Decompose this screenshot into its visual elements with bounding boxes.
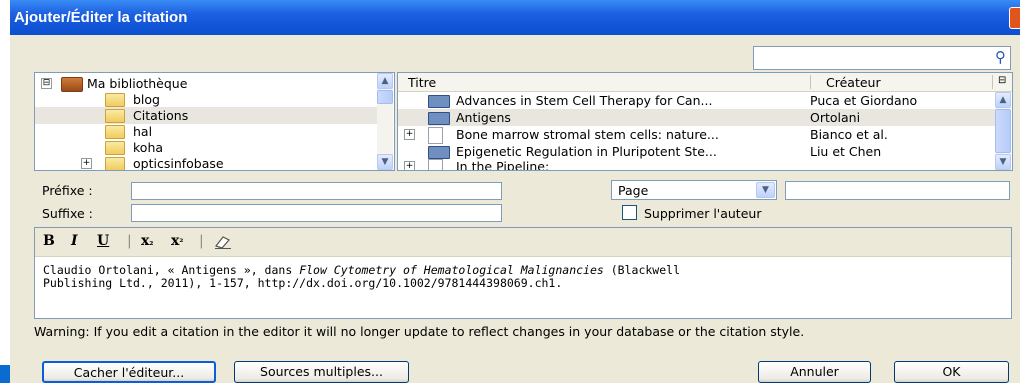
tree-scrollbar[interactable]: ▲ ▼ <box>377 73 393 170</box>
items-scrollbar[interactable]: ▲ ▼ <box>995 92 1011 170</box>
cancel-button[interactable]: Annuler <box>758 361 871 383</box>
folder-icon <box>105 93 125 107</box>
underline-button[interactable]: U <box>97 233 109 249</box>
search-input[interactable]: ⚲ <box>753 46 1011 70</box>
tree-item-label: opticsinfobase <box>133 156 224 171</box>
table-row[interactable]: + In the Pipeline: <box>398 158 996 171</box>
scroll-thumb[interactable] <box>377 90 393 104</box>
multiple-sources-button[interactable]: Sources multiples... <box>234 361 409 383</box>
tree-item-ma-bibliotheque[interactable]: ⊟ Ma bibliothèque <box>35 75 380 92</box>
column-picker-icon[interactable]: ⊟ <box>998 75 1006 86</box>
tree-item-hal[interactable]: hal <box>35 123 380 140</box>
table-row[interactable]: + Bone marrow stromal stem cells: nature… <box>398 126 996 144</box>
scroll-up-icon[interactable]: ▲ <box>377 73 393 89</box>
column-divider[interactable] <box>810 75 811 89</box>
bold-button[interactable]: B <box>43 233 55 249</box>
scroll-up-icon[interactable]: ▲ <box>995 92 1011 108</box>
folder-icon <box>105 125 125 139</box>
tree-item-label: Citations <box>133 108 189 123</box>
table-row[interactable]: Antigens Ortolani <box>398 109 996 126</box>
folder-icon <box>105 109 125 123</box>
tree-item-blog[interactable]: blog <box>35 91 380 108</box>
italic-button[interactable]: I <box>71 233 78 249</box>
superscript-button[interactable]: x² <box>171 233 183 249</box>
citation-text-pre: Claudio Ortolani, « Antigens », dans <box>43 263 300 277</box>
eraser-icon[interactable] <box>213 234 233 250</box>
table-row[interactable]: Advances in Stem Cell Therapy for Can...… <box>398 92 996 109</box>
collapse-icon[interactable]: ⊟ <box>41 78 52 89</box>
book-icon <box>428 95 450 108</box>
subscript-mark: ₂ <box>149 238 154 248</box>
background-strip <box>0 365 10 383</box>
item-title: Antigens <box>456 110 511 125</box>
folder-icon <box>105 157 125 170</box>
item-title: Bone marrow stromal stem cells: nature..… <box>456 127 719 142</box>
tree-item-label: koha <box>133 140 164 155</box>
item-creator: Bianco et al. <box>810 127 888 142</box>
superscript-mark: ² <box>179 238 184 248</box>
suffix-field[interactable] <box>131 204 502 222</box>
column-divider[interactable] <box>992 75 993 89</box>
window-title: Ajouter/Éditer la citation <box>14 9 188 26</box>
citation-editor[interactable]: B I U | x₂ x² | Claudio Ortolani, « Anti… <box>34 227 1012 319</box>
prefix-field[interactable] <box>131 182 502 200</box>
locator-select[interactable]: Page ▼ <box>611 180 777 200</box>
toolbar-separator: | <box>199 233 204 249</box>
library-icon <box>61 77 83 92</box>
editor-toolbar: B I U | x₂ x² | <box>35 228 1011 257</box>
column-header-creator[interactable]: Créateur <box>826 75 881 90</box>
scroll-down-icon[interactable]: ▼ <box>377 154 393 170</box>
subscript-button[interactable]: x₂ <box>141 233 153 249</box>
tree-item-koha[interactable]: koha <box>35 139 380 156</box>
expand-icon[interactable]: + <box>81 158 92 169</box>
item-creator: Ortolani <box>810 110 861 125</box>
tree-item-label: hal <box>133 124 153 139</box>
item-title: In the Pipeline: <box>456 159 550 171</box>
items-table[interactable]: Titre Créateur ⊟ Advances in Stem Cell T… <box>397 72 1013 171</box>
tree-item-citations[interactable]: Citations <box>35 107 380 124</box>
suffix-label: Suffixe : <box>42 206 93 221</box>
ok-button[interactable]: OK <box>894 361 1009 383</box>
prefix-label: Préfixe : <box>42 183 93 198</box>
library-tree[interactable]: ⊟ Ma bibliothèque blog Citations hal koh… <box>34 72 395 171</box>
column-header-title[interactable]: Titre <box>408 75 436 90</box>
book-icon <box>428 112 450 125</box>
tree-item-opticsinfobase[interactable]: + opticsinfobase <box>35 155 380 171</box>
suppress-author-checkbox[interactable] <box>622 205 637 220</box>
document-icon <box>428 159 443 170</box>
scroll-thumb[interactable] <box>995 109 1011 153</box>
search-icon[interactable]: ⚲ <box>995 48 1006 66</box>
citation-text-italic: Flow Cytometry of Hematological Malignan… <box>299 263 604 277</box>
folder-icon <box>105 141 125 155</box>
citation-text[interactable]: Claudio Ortolani, « Antigens », dans Flo… <box>43 264 1003 290</box>
tree-item-label: Ma bibliothèque <box>87 76 188 91</box>
locator-selected: Page <box>618 183 649 198</box>
tree-item-label: blog <box>133 92 160 107</box>
expand-icon[interactable]: + <box>404 129 415 140</box>
expand-icon[interactable]: + <box>404 161 415 170</box>
item-creator: Puca et Giordano <box>810 93 918 108</box>
warning-text: Warning: If you edit a citation in the e… <box>34 324 805 339</box>
hide-editor-button[interactable]: Cacher l'éditeur... <box>42 361 216 383</box>
locator-field[interactable] <box>785 181 1010 200</box>
add-edit-citation-dialog: Ajouter/Éditer la citation ⚲ ⊟ Ma biblio… <box>10 0 1020 383</box>
toolbar-separator: | <box>127 233 132 249</box>
document-icon <box>428 127 443 144</box>
title-bar: Ajouter/Éditer la citation <box>10 0 1020 35</box>
chevron-down-icon[interactable]: ▼ <box>756 182 775 198</box>
table-header: Titre Créateur ⊟ <box>398 73 1012 92</box>
suppress-author-label[interactable]: Supprimer l'auteur <box>644 206 761 221</box>
scroll-down-icon[interactable]: ▼ <box>995 154 1011 170</box>
close-button[interactable] <box>1009 7 1020 29</box>
item-title: Advances in Stem Cell Therapy for Can... <box>456 93 713 108</box>
